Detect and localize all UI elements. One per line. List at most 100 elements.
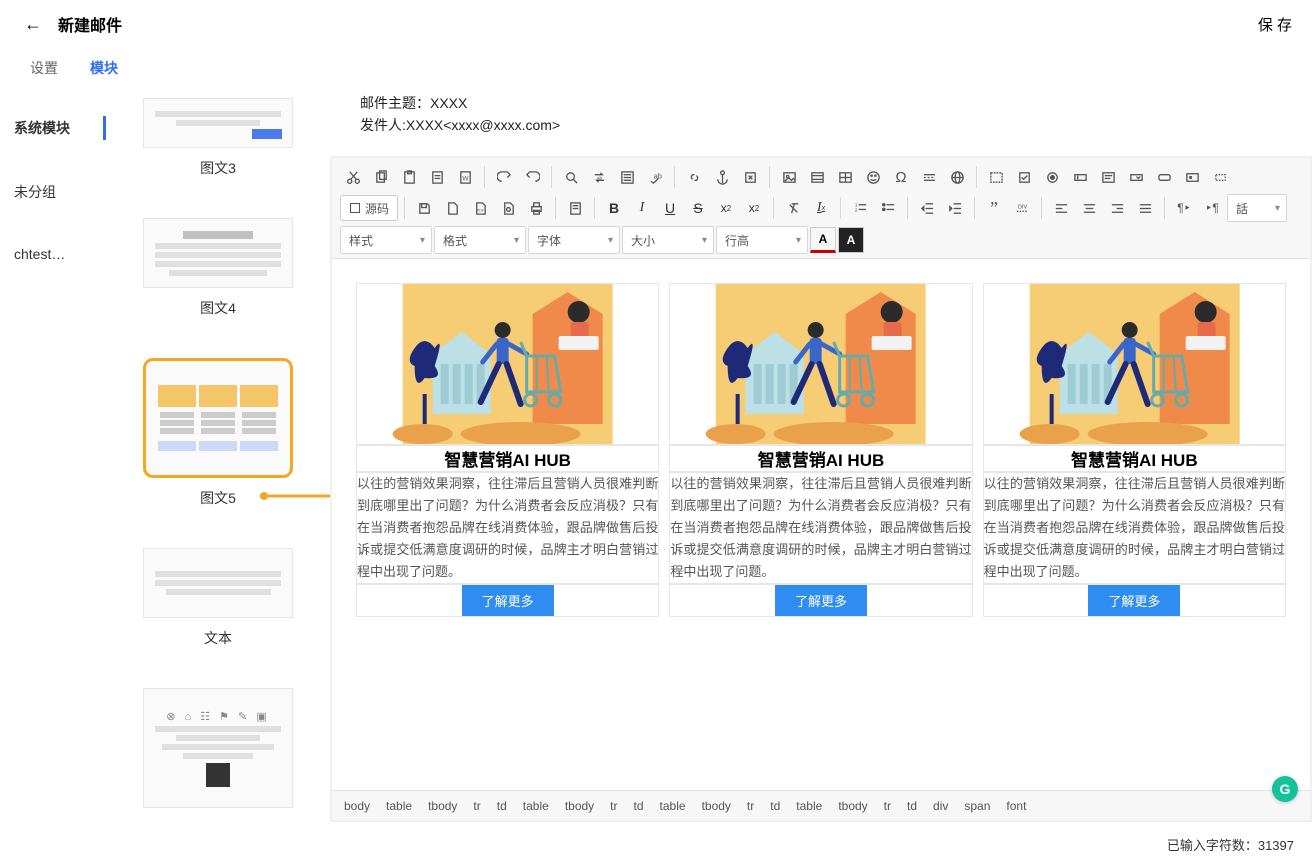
card-image-cell[interactable] [669,283,972,445]
path-seg[interactable]: body [344,799,370,813]
path-seg[interactable]: tr [747,799,754,813]
copyformat-icon[interactable]: Ix [808,195,834,221]
path-seg[interactable]: tr [884,799,891,813]
imagebutton-icon[interactable] [1179,164,1205,190]
numberlist-icon[interactable]: 12 [847,195,873,221]
path-seg[interactable]: tbody [702,799,731,813]
tab-modules[interactable]: 模块 [74,50,134,86]
strike-icon[interactable]: S [685,195,711,221]
smiley-icon[interactable] [860,164,886,190]
paste-word-icon[interactable]: W [452,164,478,190]
bold-icon[interactable]: B [601,195,627,221]
path-seg[interactable]: td [770,799,780,813]
bulletlist-icon[interactable] [875,195,901,221]
underline-icon[interactable]: U [657,195,683,221]
anchor-icon[interactable] [709,164,735,190]
module-tuwen5[interactable]: 图文5 [143,358,293,508]
undo-icon[interactable] [491,164,517,190]
style-combo[interactable]: 样式 [340,226,432,254]
newpage-icon[interactable] [439,195,465,221]
save-button[interactable]: 保 存 [1258,14,1292,35]
ltr-icon[interactable]: ¶‣ [1171,195,1197,221]
redo-icon[interactable] [519,164,545,190]
back-icon[interactable]: ← [24,14,42,35]
learn-more-button[interactable]: 了解更多 [462,585,554,616]
selectall-icon[interactable] [614,164,640,190]
align-justify-icon[interactable] [1132,195,1158,221]
textfield-icon[interactable] [1067,164,1093,190]
card-body[interactable]: 以往的营销效果洞察，往往滞后且营销人员很难判断到底哪里出了问题？为什么消费者会反… [356,472,659,584]
find-icon[interactable] [558,164,584,190]
italic-icon[interactable]: I [629,195,655,221]
form-icon[interactable] [983,164,1009,190]
indent-icon[interactable] [942,195,968,221]
path-seg[interactable]: table [660,799,686,813]
path-seg[interactable]: table [386,799,412,813]
specialchar-icon[interactable]: Ω [888,164,914,190]
pagebreak-icon[interactable] [916,164,942,190]
card-image-cell[interactable] [356,283,659,445]
align-right-icon[interactable] [1104,195,1130,221]
learn-more-button[interactable]: 了解更多 [775,585,867,616]
unlink-icon[interactable] [737,164,763,190]
align-left-icon[interactable] [1048,195,1074,221]
flash-icon[interactable] [804,164,830,190]
size-combo[interactable]: 大小 [622,226,714,254]
path-seg[interactable]: table [523,799,549,813]
learn-more-button[interactable]: 了解更多 [1088,585,1180,616]
category-ungrouped[interactable]: 未分组 [0,172,106,212]
preview-icon[interactable] [495,195,521,221]
grammarly-icon[interactable]: G [1272,776,1298,802]
card-title[interactable]: 智慧营销AI HUB [669,445,972,472]
tab-settings[interactable]: 设置 [14,50,74,86]
path-seg[interactable]: tbody [565,799,594,813]
replace-icon[interactable]: ab [586,164,612,190]
radio-icon[interactable] [1039,164,1065,190]
textarea-icon[interactable] [1095,164,1121,190]
font-combo[interactable]: 字体 [528,226,620,254]
hidden-icon[interactable] [1207,164,1233,190]
div-icon[interactable]: DIV [1009,195,1035,221]
path-seg[interactable]: td [497,799,507,813]
module-footer[interactable]: ⊗ ⌂ ☷ ⚑ ✎ ▣ [143,688,293,808]
card-title[interactable]: 智慧营销AI HUB [356,445,659,472]
removeformat-icon[interactable] [780,195,806,221]
editor-canvas[interactable]: 智慧营销AI HUB 智慧营销AI HUB 智慧营销AI HUB 以往的营销效果… [332,259,1310,790]
module-tuwen4[interactable]: 图文4 [143,218,293,318]
card-image-cell[interactable] [983,283,1286,445]
language-combo[interactable]: 話 [1227,194,1287,222]
spellcheck-icon[interactable]: ab [642,164,668,190]
category-chtest[interactable]: chtest… [0,236,106,272]
image-icon[interactable] [776,164,802,190]
path-seg[interactable]: tbody [838,799,867,813]
iframe-icon[interactable] [944,164,970,190]
cut-icon[interactable] [340,164,366,190]
module-text[interactable]: 文本 [143,548,293,648]
category-system[interactable]: 系统模块 [0,108,106,148]
path-seg[interactable]: tbody [428,799,457,813]
path-seg[interactable]: td [907,799,917,813]
format-combo[interactable]: 格式 [434,226,526,254]
superscript-icon[interactable]: x2 [741,195,767,221]
card-body[interactable]: 以往的营销效果洞察，往往滞后且营销人员很难判断到底哪里出了问题？为什么消费者会反… [983,472,1286,584]
card-title[interactable]: 智慧营销AI HUB [983,445,1286,472]
card-body[interactable]: 以往的营销效果洞察，往往滞后且营销人员很难判断到底哪里出了问题？为什么消费者会反… [669,472,972,584]
lineheight-combo[interactable]: 行高 [716,226,808,254]
paste-text-icon[interactable] [424,164,450,190]
path-seg[interactable]: span [964,799,990,813]
path-seg[interactable]: font [1006,799,1026,813]
table-icon[interactable] [832,164,858,190]
copy-icon[interactable] [368,164,394,190]
source-button[interactable]: 源码 [340,195,398,221]
templates-icon[interactable] [562,195,588,221]
checkbox-icon[interactable] [1011,164,1037,190]
align-center-icon[interactable] [1076,195,1102,221]
save-icon[interactable] [411,195,437,221]
path-seg[interactable]: tr [473,799,480,813]
link-icon[interactable] [681,164,707,190]
path-seg[interactable]: tr [610,799,617,813]
print-icon[interactable] [523,195,549,221]
subscript-icon[interactable]: x2 [713,195,739,221]
pdf-icon[interactable]: PDF [467,195,493,221]
rtl-icon[interactable]: ‣¶ [1199,195,1225,221]
